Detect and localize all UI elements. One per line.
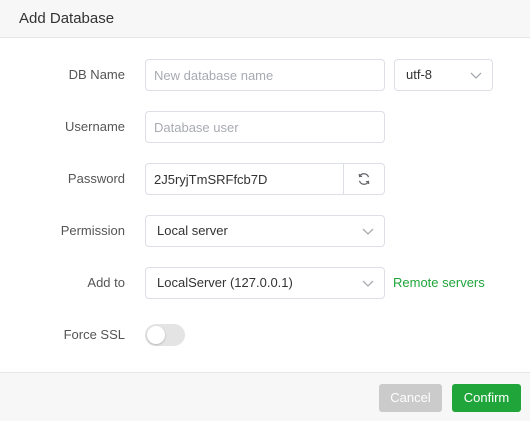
regenerate-password-button[interactable]: [343, 163, 385, 195]
chevron-down-icon: [362, 280, 374, 287]
password-input[interactable]: [145, 163, 344, 195]
remote-servers-link[interactable]: Remote servers: [393, 267, 485, 299]
permission-label: Permission: [60, 223, 125, 238]
toggle-knob: [147, 326, 165, 344]
permission-row: Permission Local server: [0, 215, 530, 247]
chevron-down-icon: [470, 72, 482, 79]
force-ssl-label: Force SSL: [63, 327, 125, 342]
dialog-footer: Cancel Confirm: [0, 372, 530, 421]
refresh-icon: [358, 173, 370, 185]
server-select[interactable]: LocalServer (127.0.0.1): [145, 267, 385, 299]
username-label: Username: [65, 119, 125, 134]
chevron-down-icon: [362, 228, 374, 235]
dialog-header: Add Database: [0, 0, 530, 38]
force-ssl-toggle[interactable]: [145, 324, 185, 346]
password-row: Password: [0, 163, 530, 195]
username-row: Username: [0, 111, 530, 143]
add-to-row: Add to LocalServer (127.0.0.1) Remote se…: [0, 267, 530, 299]
confirm-button[interactable]: Confirm: [452, 384, 521, 412]
dialog-title: Add Database: [19, 10, 115, 27]
db-name-label: DB Name: [68, 67, 125, 82]
add-to-label: Add to: [87, 275, 125, 290]
cancel-button[interactable]: Cancel: [379, 384, 442, 412]
permission-select[interactable]: Local server: [145, 215, 385, 247]
db-name-row: DB Name utf-8: [0, 59, 530, 91]
add-database-dialog: Add Database DB Name utf-8 Username Pass…: [0, 0, 530, 421]
charset-selected-value: utf-8: [406, 67, 433, 82]
server-selected-value: LocalServer (127.0.0.1): [157, 275, 293, 290]
username-input[interactable]: [145, 111, 385, 143]
permission-selected-value: Local server: [157, 223, 228, 238]
password-label: Password: [67, 171, 125, 186]
db-name-input[interactable]: [145, 59, 385, 91]
charset-select[interactable]: utf-8: [394, 59, 493, 91]
force-ssl-row: Force SSL: [0, 319, 530, 351]
